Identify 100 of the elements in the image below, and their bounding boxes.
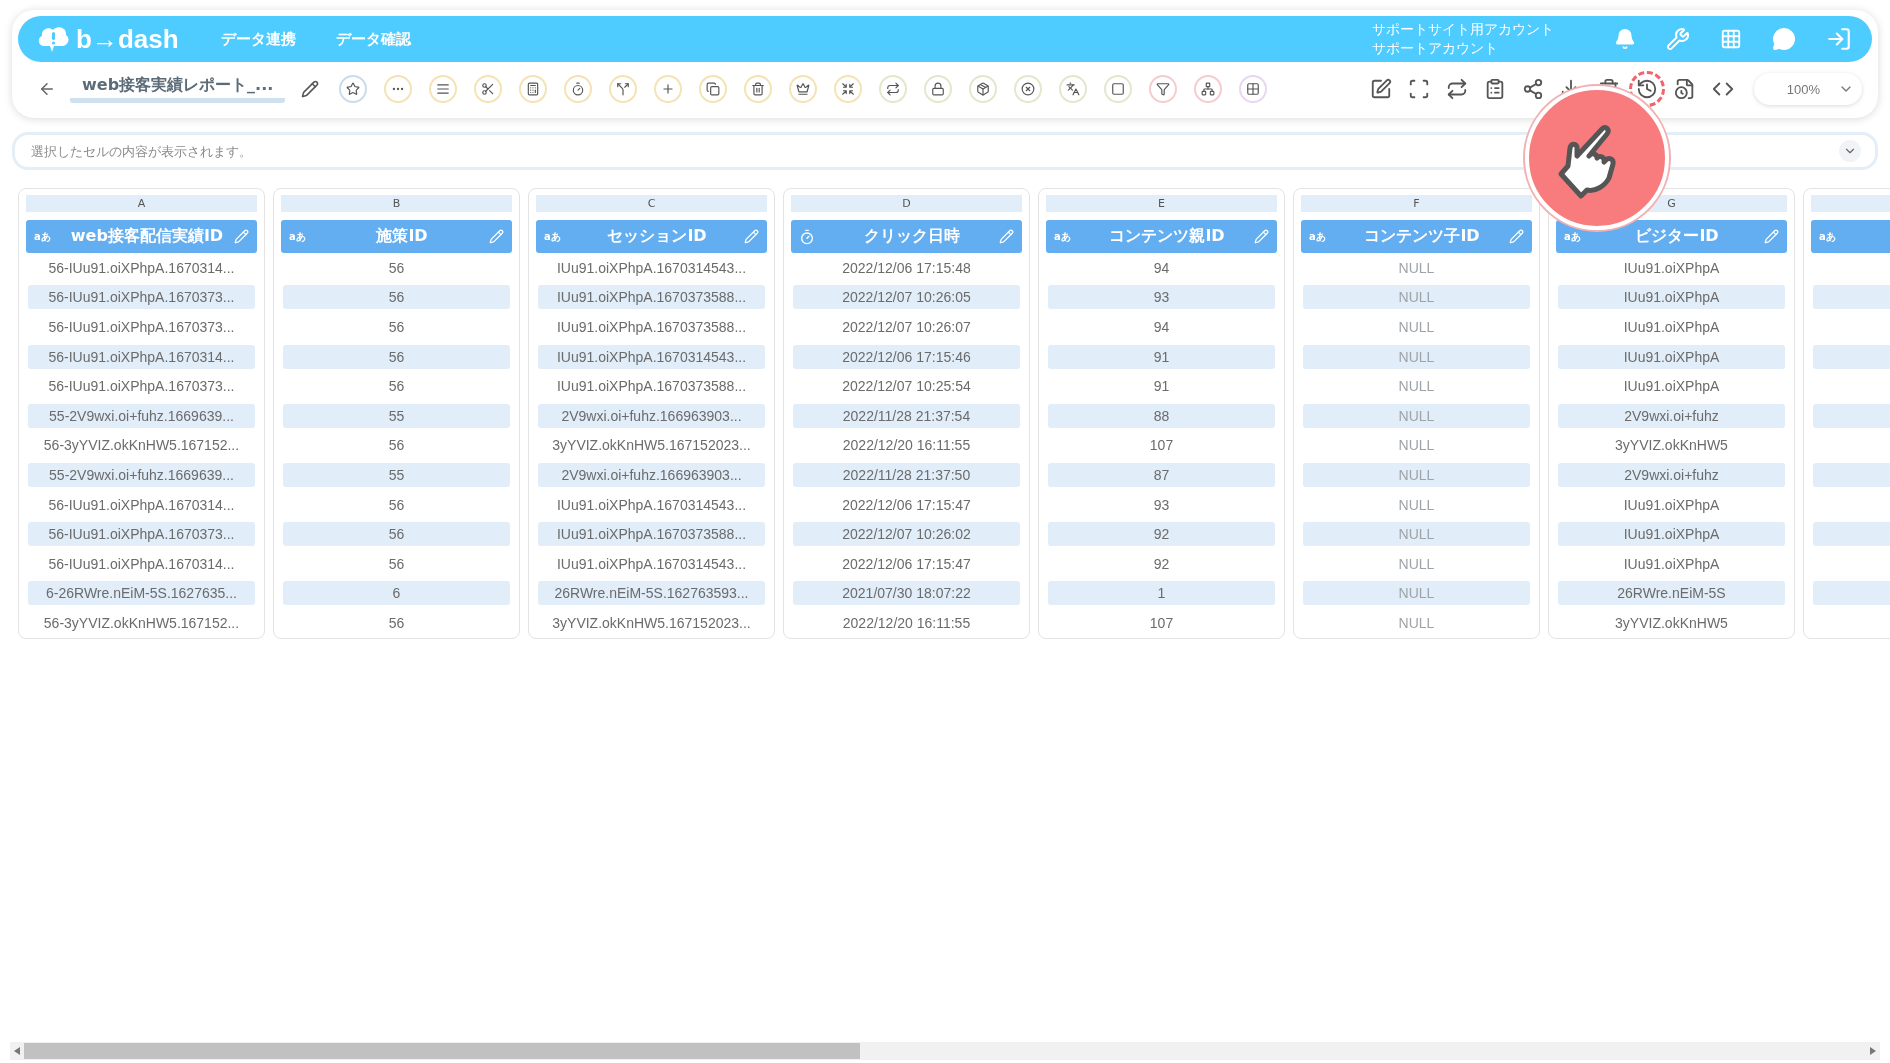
table-cell: 26RWre.nEiM-5S	[1558, 581, 1785, 606]
nav-link[interactable]: データ連携	[220, 29, 296, 49]
crown-icon[interactable]	[789, 75, 818, 103]
brand-name: b→dash	[76, 23, 179, 55]
table-cell-text: 3yYVIZ.okKnHW5.167152023...	[551, 613, 752, 633]
table-cell: 88	[1048, 403, 1275, 428]
horizontal-scrollbar[interactable]	[10, 1042, 1880, 1060]
repeat-icon[interactable]	[879, 75, 908, 103]
translate-icon[interactable]	[1059, 75, 1088, 103]
shrink-icon[interactable]	[834, 75, 863, 103]
trash-icon[interactable]	[744, 75, 773, 103]
column-header[interactable]: aあ コンテンツ子ID	[1301, 220, 1532, 253]
table-cell: NULL	[1303, 522, 1530, 547]
table-cell: 56	[283, 522, 510, 547]
back-arrow-icon[interactable]	[38, 80, 56, 98]
column-letter: F	[1301, 195, 1532, 212]
table-cell-text: NULL	[1397, 318, 1436, 337]
account-name: サポートアカウント	[1372, 39, 1499, 58]
table-cell: 56-IUu91.oiXPhpA.1670373...	[28, 522, 255, 547]
dots-icon[interactable]	[384, 75, 413, 103]
box-icon[interactable]	[969, 75, 998, 103]
table-cell-text: 3yYVIZ.okKnHW5.167152023...	[551, 436, 752, 456]
table-cell-text: 94	[1152, 318, 1171, 337]
column-header[interactable]: aあ 施策ID	[281, 220, 512, 253]
table-cell-text: 56	[387, 377, 406, 397]
column-header[interactable]: aあ ビジターID	[1556, 220, 1787, 253]
chevron-down-icon[interactable]	[1839, 140, 1861, 162]
scroll-right-icon[interactable]	[1870, 1047, 1876, 1055]
table-cell-text: 2022/12/06 17:15:48	[841, 258, 972, 278]
x-circle-icon[interactable]	[1014, 75, 1043, 103]
type-label: aあ	[1564, 229, 1582, 244]
copy-icon[interactable]	[699, 75, 728, 103]
table-cell: 87	[1048, 462, 1275, 487]
table-cell-text: 2022/12/20 16:11:55	[841, 436, 972, 456]
table-cell: IUu91.oiXPhpA.1670314543...	[538, 344, 765, 369]
table-cell-text: 56-IUu91.oiXPhpA.1670314...	[47, 554, 236, 574]
table-cell: NULL	[1303, 285, 1530, 310]
zoom-select[interactable]: 100%	[1754, 73, 1862, 105]
column-header[interactable]: aあ セッションID	[536, 220, 767, 253]
table-cell-text: NULL	[1397, 613, 1436, 633]
table-cell-text: 3yYVIZ.okKnHW5	[1614, 436, 1729, 456]
table-cell: 55-2V9wxi.oi+fuhz.1669639...	[28, 403, 255, 428]
type-label: aあ	[1054, 229, 1072, 244]
table-cell-text: 56-IUu91.oiXPhpA.1670373...	[47, 377, 236, 397]
table-cell-text: IUu91.oiXPhpA.1670314543...	[555, 258, 748, 278]
scissors-icon[interactable]	[474, 75, 503, 103]
table-cell-text: 56	[387, 258, 406, 278]
table-cell: 26RWre.nEiM-5S.162763593...	[538, 581, 765, 606]
account-name: サポートサイト用アカウント	[1372, 20, 1554, 39]
table-cell-text: 107	[1148, 436, 1175, 456]
clock-icon	[799, 228, 815, 245]
table-cell: 2022/11/28 21:37:50	[793, 462, 1020, 487]
table-cell-text: NULL	[1397, 554, 1436, 574]
column-letter: D	[791, 195, 1022, 212]
column-header[interactable]: aあ web接客配信実績ID	[26, 220, 257, 253]
column-header[interactable]: クリック日時	[791, 220, 1022, 253]
table-cell-text: 56-3yYVIZ.okKnHW5.167152...	[42, 613, 241, 633]
type-label: aあ	[289, 229, 307, 244]
scroll-left-icon[interactable]	[14, 1047, 20, 1055]
network-icon[interactable]	[1194, 75, 1223, 103]
table-cell-text: IUu91.oiXPhpA.1670314543...	[555, 554, 748, 574]
column-header[interactable]: aあ	[1811, 220, 1890, 253]
table-cell-text: 94	[1152, 258, 1171, 278]
table-cell: IUu91.oiXPhpA	[1558, 344, 1785, 369]
pencil-icon[interactable]	[301, 80, 320, 98]
grid-icon[interactable]	[1239, 75, 1268, 103]
table-cell: 2022/12/07 10:26:05	[793, 285, 1020, 310]
column-letter: E	[1046, 195, 1277, 212]
fork-icon[interactable]	[609, 75, 638, 103]
table-cell: 1	[1048, 581, 1275, 606]
scroll-thumb[interactable]	[24, 1043, 860, 1059]
lock-icon[interactable]	[924, 75, 953, 103]
column-header[interactable]: aあ コンテンツ親ID	[1046, 220, 1277, 253]
table-cell: NULL	[1303, 403, 1530, 428]
table-cell: 92	[1048, 522, 1275, 547]
lines-icon[interactable]	[429, 75, 458, 103]
calculator-icon[interactable]	[519, 75, 548, 103]
table-cell-text: IUu91.oiXPhpA.1670373588...	[555, 377, 748, 397]
table-cell-text: IUu91.oiXPhpA	[1622, 377, 1721, 397]
table-cell: IUu91.oiXPhpA.1670373588...	[538, 522, 765, 547]
table-cell: 2022/11/28 21:37:54	[793, 403, 1020, 428]
table-cell-text: 56	[387, 436, 406, 456]
table-cell-text: NULL	[1397, 377, 1436, 397]
table-cell-text: 2022/12/06 17:15:47	[841, 554, 972, 574]
table-cell-text: 2022/12/06 17:15:47	[841, 495, 972, 515]
table-cell: IUu91.oiXPhpA.1670373588...	[538, 285, 765, 310]
plus-icon[interactable]	[654, 75, 683, 103]
formula-bar[interactable]: 選択したセルの内容が表示されます。	[12, 132, 1878, 170]
formula-input[interactable]: 選択したセルの内容が表示されます。	[29, 142, 1839, 160]
table-cell-text: 56-IUu91.oiXPhpA.1670373...	[47, 318, 236, 337]
filter-icon[interactable]	[1149, 75, 1178, 103]
table-cell: 55	[283, 403, 510, 428]
timer-icon[interactable]	[564, 75, 593, 103]
table-cell: IUu91.oiXPhpA	[1558, 522, 1785, 547]
table-cell-text: 56	[387, 554, 406, 574]
nav-link[interactable]: データ確認	[335, 29, 411, 49]
table-cell: NULL	[1303, 462, 1530, 487]
report-title[interactable]: web接客実績レポート_...	[70, 75, 286, 103]
cloud-logo-icon	[36, 24, 70, 54]
table-cell: 2V9wxi.oi+fuhz.166963903...	[538, 403, 765, 428]
